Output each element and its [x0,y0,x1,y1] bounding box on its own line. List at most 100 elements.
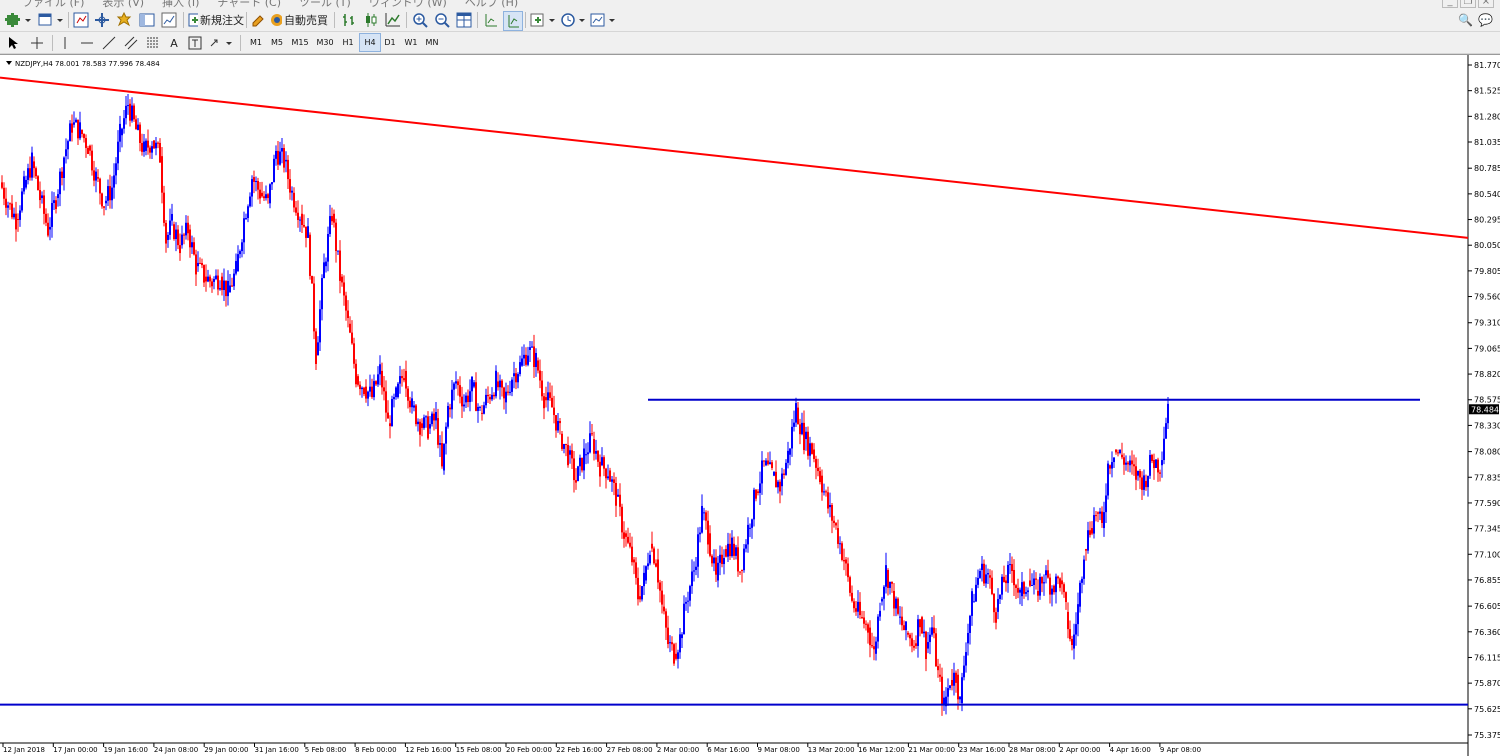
candle-body [855,608,857,612]
auto-scroll-button[interactable] [503,11,523,31]
candle-body [179,245,181,254]
candle-body [747,524,749,545]
candle-body [133,105,135,120]
menu-item-6[interactable]: ヘルプ (H) [465,0,518,8]
indicators-button[interactable] [530,11,558,29]
new-order-label: 新規注文 [200,14,244,27]
candle-body [481,412,483,414]
candle-body [1159,472,1161,474]
periods-button[interactable] [560,11,588,29]
candle-body [215,275,217,279]
restore-icon[interactable]: ❐ [1460,0,1476,8]
zoom-in-button[interactable] [411,11,429,29]
candle-body [479,406,481,408]
close-icon[interactable]: × [1478,0,1494,8]
candle-body [817,467,819,472]
candle-body [251,179,253,197]
navigator-button[interactable] [115,11,133,29]
bar-chart-button[interactable] [340,11,358,29]
menu-item-1[interactable]: 表示 (V) [102,0,144,8]
candle-body [845,559,847,564]
candle-body [571,450,573,459]
candle-body [625,533,627,537]
candle-body [295,207,297,213]
crosshair-button[interactable] [28,34,46,52]
data-window-button[interactable] [93,11,111,29]
candle-body [631,546,633,563]
candle-body [293,192,295,208]
terminal-button[interactable] [138,11,156,29]
candle-body [1167,403,1169,424]
profiles-button[interactable] [36,11,66,29]
candle-body [351,332,353,344]
minimize-icon[interactable]: _ [1442,0,1458,8]
candle-body [129,103,131,121]
chat-icon[interactable]: 💬 [1478,13,1493,27]
candle-body [785,462,787,475]
menu-item-3[interactable]: チャート (C) [217,0,281,8]
metaeditor-button[interactable] [250,11,266,29]
crosshair-icon [31,37,43,49]
vertical-line-button[interactable] [58,34,72,52]
auto-trading-button[interactable]: 自動売買 [270,11,328,29]
clock-icon [561,13,585,27]
candle-body [219,288,221,290]
chart-shift-button[interactable] [482,11,500,29]
search-icon[interactable]: 🔍 [1458,13,1473,27]
candle-body [847,563,849,578]
candle-body [1035,578,1037,580]
timeframe-mn[interactable]: MN [422,34,442,51]
tile-windows-button[interactable] [455,11,473,29]
new-order-button[interactable]: 新規注文 [188,11,244,29]
text-button[interactable]: A [166,34,182,52]
candle-body [757,491,759,493]
strategy-tester-button[interactable] [160,11,178,29]
candle-body [1007,564,1009,584]
candle-body [821,475,823,493]
new-chart-button[interactable] [4,11,34,29]
menu-item-2[interactable]: 挿入 (I) [162,0,199,8]
timeframe-w1[interactable]: W1 [401,34,421,51]
candle-body [925,631,927,660]
candle-body [623,532,625,539]
candle-body [575,480,577,483]
timeframe-m30[interactable]: M30 [313,34,337,51]
candlestick-chart-button[interactable] [362,11,380,29]
menu-item-0[interactable]: ファイル (F) [22,0,84,8]
candle-body [211,281,213,287]
candle-body [883,586,885,599]
channel-button[interactable] [122,34,140,52]
templates-button[interactable] [590,11,618,29]
candle-body [1073,634,1075,649]
trendline-button[interactable] [100,34,118,52]
candle-body [83,134,85,139]
fibonacci-button[interactable] [144,34,162,52]
arrows-button[interactable] [208,34,236,52]
chart-window[interactable]: 81.770 81.525 81.280 81.035 80.785 80.540 80.2… [0,54,1500,756]
candle-body [547,392,549,401]
candle-body [1157,459,1159,473]
candle-body [241,242,243,252]
candle-body [213,278,215,282]
timeframe-d1[interactable]: D1 [380,34,400,51]
line-chart-button[interactable] [384,11,402,29]
time-tick-label: 9 Mar 08:00 [758,746,800,754]
menu-item-5[interactable]: ウィンドウ (W) [369,0,447,8]
timeframe-m5[interactable]: M5 [267,34,287,51]
timeframe-m15[interactable]: M15 [288,34,312,51]
menu-item-4[interactable]: ツール (T) [299,0,351,8]
zoom-out-button[interactable] [433,11,451,29]
candle-body [527,355,529,365]
cursor-button[interactable] [6,34,22,52]
market-watch-button[interactable] [72,11,90,29]
candle-body [223,280,225,291]
timeframe-h1[interactable]: H1 [338,34,358,51]
candle-body [115,163,117,176]
horizontal-line-button[interactable] [78,34,96,52]
text-label-button[interactable] [186,34,204,52]
timeframe-h4[interactable]: H4 [359,33,381,52]
price-chart[interactable]: 81.770 81.525 81.280 81.035 80.785 80.540 80.2… [0,55,1500,756]
timeframe-m1[interactable]: M1 [246,34,266,51]
price-tick-label: 79.065 [1474,344,1500,353]
candle-body [723,558,725,565]
